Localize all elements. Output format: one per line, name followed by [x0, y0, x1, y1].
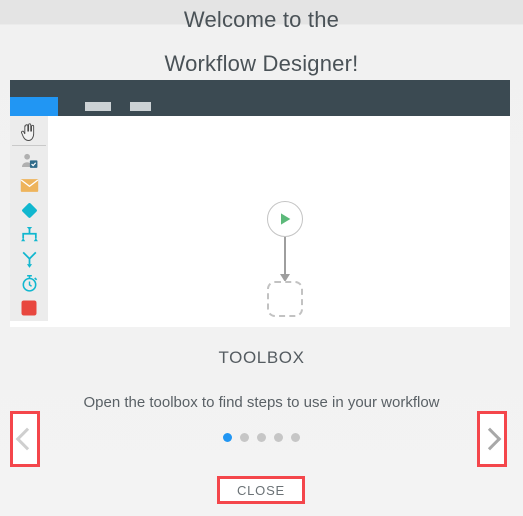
toolbar-active-tab[interactable] [10, 97, 58, 116]
app-toolbar [10, 80, 510, 116]
tour-dot-1[interactable] [223, 433, 232, 442]
workflow-designer-panel [10, 80, 510, 327]
tour-header: Welcome to the Workflow Designer! [0, 0, 523, 79]
tour-next-button[interactable] [477, 411, 507, 467]
workflow-canvas[interactable] [48, 116, 510, 327]
tour-step-title: TOOLBOX [218, 348, 305, 367]
tour-prev-button[interactable] [10, 411, 40, 467]
tour-pagination-dots [0, 433, 523, 442]
play-icon [281, 213, 291, 225]
tour-header-line2: Workflow Designer! [164, 51, 359, 76]
tour-close-button[interactable]: CLOSE [217, 476, 305, 504]
decision-diamond-icon[interactable] [14, 198, 44, 222]
toolbox-rail[interactable] [10, 116, 48, 321]
chevron-right-icon [478, 427, 502, 451]
tour-dot-4[interactable] [274, 433, 283, 442]
tour-header-line1: Welcome to the [183, 7, 340, 32]
tour-dot-3[interactable] [257, 433, 266, 442]
tour-step-description: Open the toolbox to find steps to use in… [83, 394, 440, 411]
branch-icon[interactable] [14, 247, 44, 271]
pointer-hand-icon[interactable] [12, 120, 46, 147]
merge-icon[interactable] [14, 223, 44, 247]
tour-overlay: Welcome to the Workflow Designer! TOOLBO… [0, 0, 523, 516]
toolbar-placeholder-2[interactable] [130, 102, 151, 111]
toolbar-placeholder-1[interactable] [85, 102, 111, 111]
user-approval-icon[interactable] [14, 149, 44, 173]
app-body [10, 116, 510, 327]
timer-icon[interactable] [14, 272, 44, 296]
tour-dot-2[interactable] [240, 433, 249, 442]
start-node[interactable] [267, 201, 303, 237]
tour-dot-5[interactable] [291, 433, 300, 442]
email-icon[interactable] [14, 174, 44, 198]
stop-icon[interactable] [14, 296, 44, 320]
drop-placeholder-node[interactable] [267, 281, 303, 317]
chevron-left-icon [15, 427, 39, 451]
node-connector-line [284, 237, 286, 277]
